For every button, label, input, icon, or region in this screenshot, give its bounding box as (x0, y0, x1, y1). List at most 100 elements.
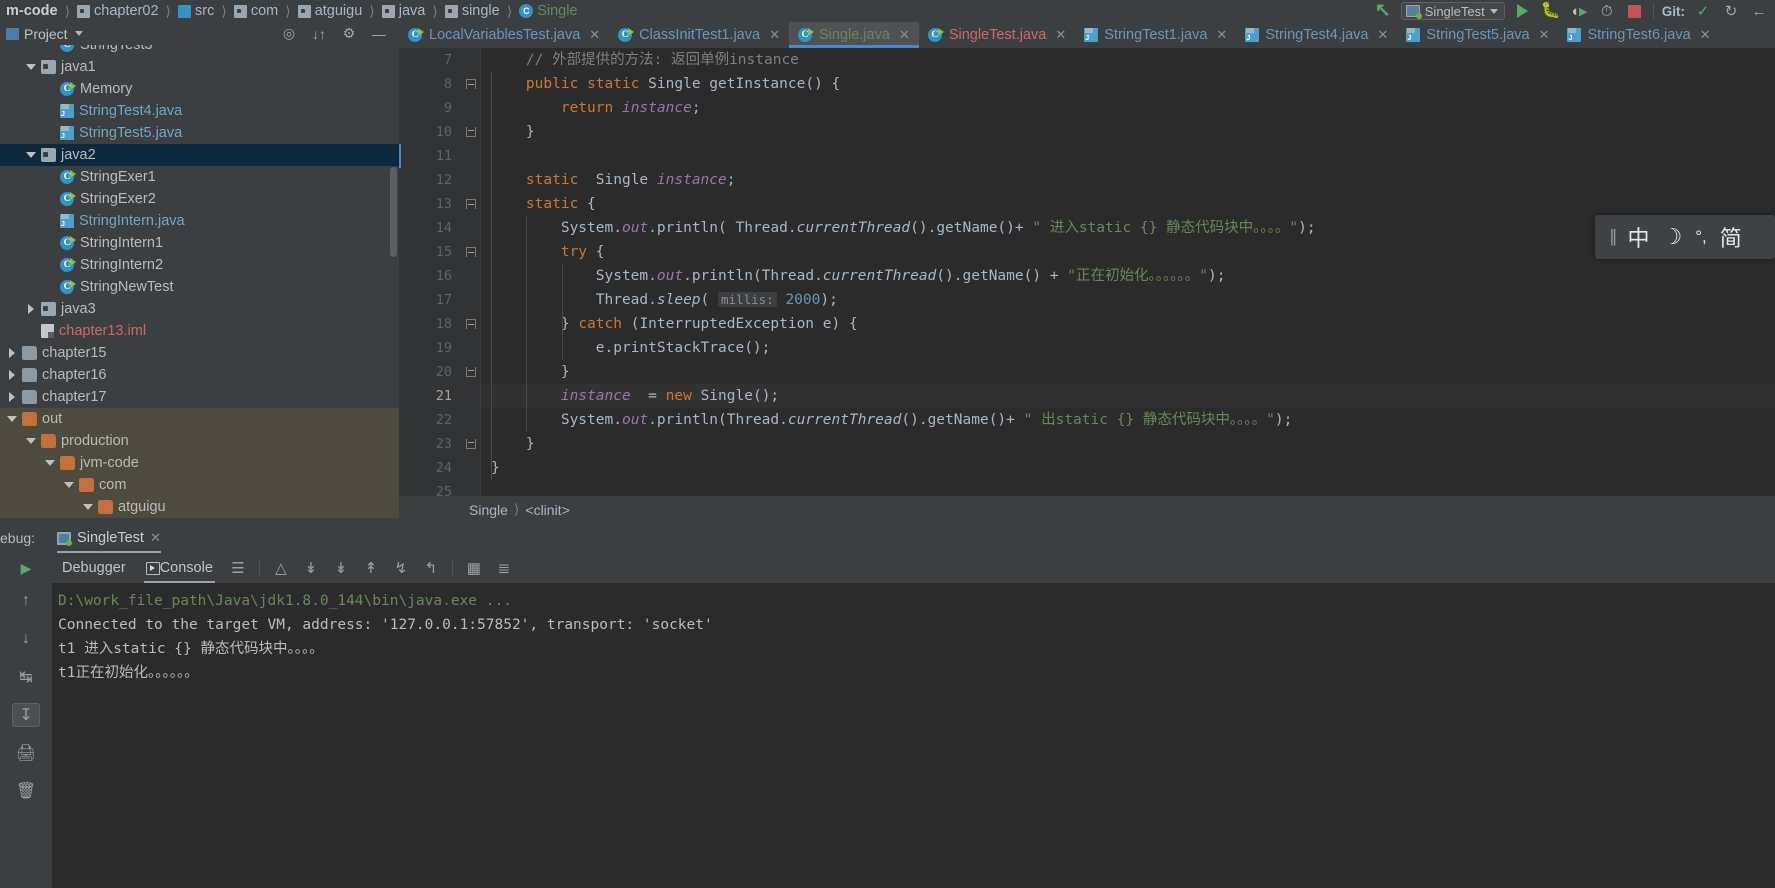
tree-item-stringintern2[interactable]: C StringIntern2 (0, 254, 399, 276)
close-icon[interactable]: ✕ (1700, 27, 1711, 43)
breadcrumb-item-project[interactable]: m-code (0, 0, 60, 22)
tree-item-out[interactable]: out (0, 408, 399, 430)
tree-item-chapter17[interactable]: chapter17 (0, 386, 399, 408)
code-line[interactable] (481, 144, 1775, 168)
fold-toggle-icon[interactable] (466, 199, 476, 209)
scroll-down-icon[interactable]: ↓ (12, 627, 40, 651)
chevron-down-icon[interactable] (74, 31, 83, 36)
fold-toggle-icon[interactable] (466, 439, 476, 449)
breadcrumb-item-chapter02[interactable]: chapter02 (75, 0, 161, 22)
collapse-arrow-icon[interactable] (25, 303, 37, 315)
breadcrumb-item-com[interactable]: com (232, 0, 280, 22)
close-icon[interactable]: ✕ (899, 27, 910, 43)
run-to-cursor-icon[interactable]: ↰ (416, 553, 446, 583)
close-icon[interactable]: ✕ (769, 27, 780, 43)
code-line[interactable]: instance = new Single(); (481, 384, 1775, 408)
run-button[interactable] (1513, 1, 1533, 21)
tree-item-stringintern-java[interactable]: StringIntern.java (0, 210, 399, 232)
tree-item-atguigu[interactable]: atguigu (0, 496, 399, 518)
soft-wrap-toggle-icon[interactable]: ↹ (12, 665, 40, 689)
tree-item-memory[interactable]: C Memory (0, 78, 399, 100)
step-over-icon[interactable]: ↯ (386, 553, 416, 583)
tab-console[interactable]: Console (136, 553, 223, 583)
editor-tab-stringtest5[interactable]: StringTest5.java ✕ (1397, 22, 1558, 48)
tree-item-chapter15[interactable]: chapter15 (0, 342, 399, 364)
scroll-up-icon[interactable]: ↑ (12, 589, 40, 613)
scroll-to-end-icon[interactable]: ↧ (12, 703, 40, 727)
expand-arrow-icon[interactable] (44, 457, 56, 469)
breadcrumb-item-src[interactable]: src (176, 0, 216, 22)
settings-gear-icon[interactable]: ⚙ (341, 25, 357, 42)
tree-item-stringintern1[interactable]: C StringIntern1 (0, 232, 399, 254)
code-folding-column[interactable] (461, 48, 481, 496)
code-line[interactable]: } (481, 456, 1775, 480)
ime-simplified-toggle[interactable]: 简 (1720, 221, 1742, 253)
close-icon[interactable]: ✕ (1055, 27, 1066, 43)
rerun-icon[interactable]: ▶ (0, 553, 52, 583)
soft-wrap-icon[interactable]: ☰ (223, 553, 253, 583)
profile-button[interactable]: ⏱ (1597, 1, 1617, 21)
collapse-arrow-icon[interactable] (6, 369, 18, 381)
git-history-icon[interactable]: ← (1749, 1, 1769, 21)
tree-item-stringtest5-java[interactable]: StringTest5.java (0, 122, 399, 144)
project-tree[interactable]: C StringTest3 java1 C Memory StringTest4.java… (0, 45, 399, 523)
tree-item-chapter16[interactable]: chapter16 (0, 364, 399, 386)
editor-tab-singletest[interactable]: C SingleTest.java ✕ (919, 22, 1075, 48)
stop-button[interactable] (1625, 1, 1645, 21)
collapse-all-icon[interactable]: ↓↑ (311, 26, 327, 42)
code-line[interactable]: } (481, 360, 1775, 384)
tree-item-chapter13-iml[interactable]: chapter13.iml (0, 320, 399, 342)
ime-language-toggle[interactable]: 中 (1628, 221, 1650, 253)
tree-item-java3[interactable]: java3 (0, 298, 399, 320)
tree-item-com[interactable]: com (0, 474, 399, 496)
debug-session-tab-singletest[interactable]: SingleTest ✕ (47, 523, 171, 553)
step-out-icon[interactable]: △ (266, 553, 296, 583)
minimize-icon[interactable]: — (371, 26, 387, 42)
breadcrumb-item-single[interactable]: single (443, 0, 502, 22)
tree-item-stringtest4-java[interactable]: StringTest4.java (0, 100, 399, 122)
fold-toggle-icon[interactable] (466, 127, 476, 137)
code-line[interactable]: System.out.println(Thread.currentThread(… (481, 264, 1775, 288)
expand-arrow-icon[interactable] (25, 61, 37, 73)
update-project-icon[interactable]: ↖ (1373, 1, 1393, 21)
collapse-arrow-icon[interactable] (6, 347, 18, 359)
editor-tab-single[interactable]: C Single.java ✕ (788, 22, 919, 48)
tree-item-production[interactable]: production (0, 430, 399, 452)
close-icon[interactable]: ✕ (1216, 27, 1227, 43)
tree-item-java1[interactable]: java1 (0, 56, 399, 78)
git-commit-check-icon[interactable]: ✓ (1693, 1, 1713, 21)
close-icon[interactable]: ✕ (589, 27, 600, 43)
tree-item-stringtest3[interactable]: C StringTest3 (0, 45, 399, 56)
fold-toggle-icon[interactable] (466, 79, 476, 89)
tree-item-stringexer2[interactable]: C StringExer2 (0, 188, 399, 210)
fold-toggle-icon[interactable] (466, 319, 476, 329)
run-with-coverage-button[interactable]: ◖ ▶ (1569, 1, 1589, 21)
code-line[interactable]: } (481, 120, 1775, 144)
ime-moon-icon[interactable]: ☽ (1663, 224, 1683, 250)
code-line[interactable]: System.out.println(Thread.currentThread(… (481, 408, 1775, 432)
code-line[interactable]: } catch (InterruptedException e) { (481, 312, 1775, 336)
code-line[interactable]: // 外部提供的方法: 返回单例instance (481, 48, 1775, 72)
editor-tab-stringtest1[interactable]: StringTest1.java ✕ (1075, 22, 1236, 48)
expand-arrow-icon[interactable] (25, 435, 37, 447)
settings-icon[interactable]: ≣ (489, 553, 519, 583)
locate-icon[interactable]: ◎ (281, 25, 297, 42)
fold-toggle-icon[interactable] (466, 367, 476, 377)
code-line[interactable]: try { (481, 240, 1775, 264)
editor-tab-classinittest1[interactable]: C ClassInitTest1.java ✕ (609, 22, 789, 48)
expand-arrow-icon[interactable] (6, 413, 18, 425)
code-line[interactable]: public static Single getInstance() { (481, 72, 1775, 96)
trash-icon[interactable]: 🗑 (12, 779, 40, 803)
expand-arrow-icon[interactable] (25, 149, 37, 161)
print-icon[interactable]: 🖨 (12, 741, 40, 765)
code-line[interactable]: static Single instance; (481, 168, 1775, 192)
expand-arrow-icon[interactable] (82, 501, 94, 513)
editor-tab-stringtest6[interactable]: StringTest6.java ✕ (1558, 22, 1719, 48)
step-into-icon[interactable]: ↡ (296, 553, 326, 583)
run-configuration-selector[interactable]: SingleTest (1400, 2, 1505, 20)
breadcrumb-class[interactable]: Single (469, 502, 508, 518)
ime-floating-bar[interactable]: ∥ 中 ☽ °, 简 (1595, 215, 1775, 259)
evaluate-expression-icon[interactable]: ▦ (459, 553, 489, 583)
tab-debugger[interactable]: Debugger (52, 553, 136, 583)
step-up-icon[interactable]: ↟ (356, 553, 386, 583)
